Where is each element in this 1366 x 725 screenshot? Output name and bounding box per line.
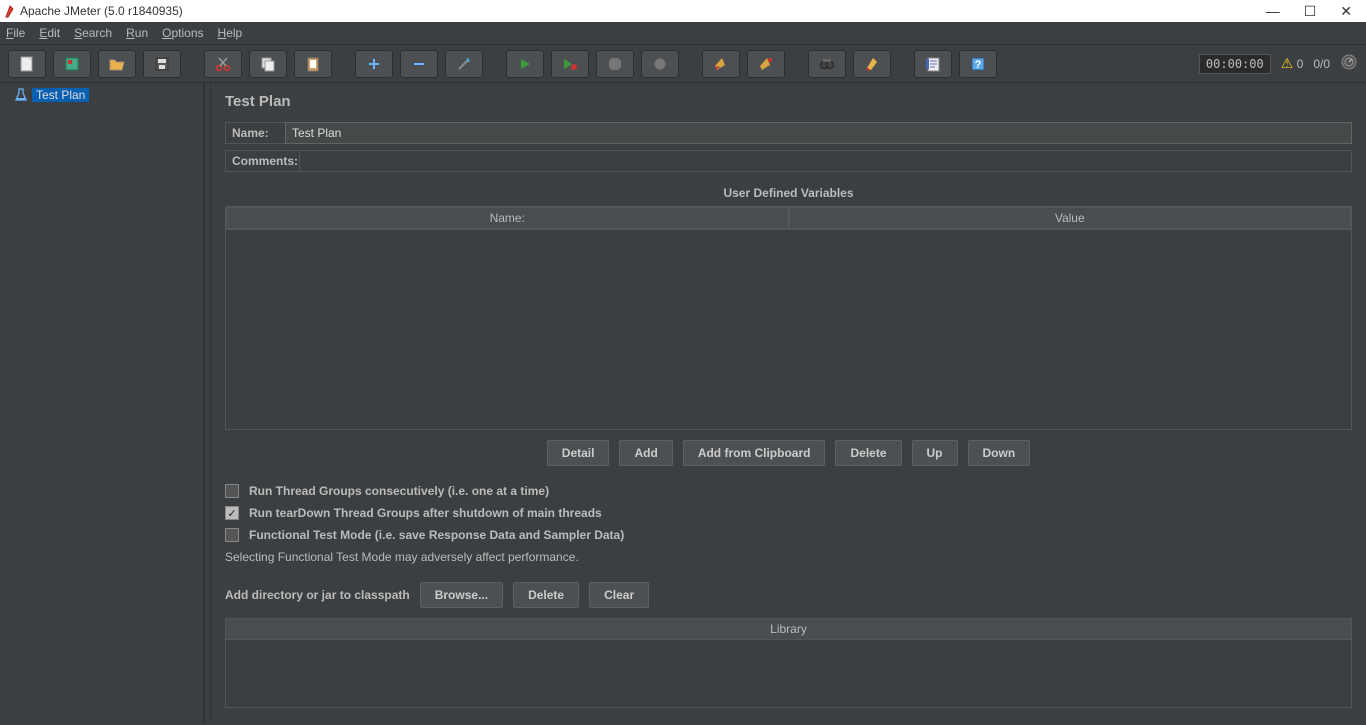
window-title: Apache JMeter (5.0 r1840935) — [20, 4, 183, 18]
window-titlebar: Apache JMeter (5.0 r1840935) — ☐ ✕ — [0, 0, 1366, 22]
col-header-value[interactable]: Value — [789, 207, 1352, 229]
warning-icon: ⚠ — [1281, 55, 1294, 71]
warning-indicator[interactable]: ⚠ 0 — [1281, 55, 1304, 72]
teardown-checkbox[interactable]: ✓ — [225, 506, 239, 520]
detail-button[interactable]: Detail — [547, 440, 610, 466]
wand-icon — [456, 56, 472, 72]
down-button[interactable]: Down — [968, 440, 1031, 466]
broom-icon — [713, 56, 729, 72]
add-button[interactable]: Add — [619, 440, 672, 466]
user-defined-vars-table[interactable]: Name: Value — [225, 206, 1352, 430]
classpath-clear-button[interactable]: Clear — [589, 582, 649, 608]
shutdown-button[interactable] — [641, 50, 679, 78]
collapse-button[interactable] — [400, 50, 438, 78]
play-no-timer-icon — [562, 57, 578, 71]
window-maximize-button[interactable]: ☐ — [1304, 3, 1317, 20]
add-from-clipboard-button[interactable]: Add from Clipboard — [683, 440, 826, 466]
comments-label: Comments: — [225, 150, 299, 172]
stop-button[interactable] — [596, 50, 634, 78]
stop-icon — [608, 57, 622, 71]
copy-icon — [260, 56, 276, 72]
menu-file[interactable]: File — [6, 26, 25, 40]
classpath-delete-button[interactable]: Delete — [513, 582, 579, 608]
menu-options[interactable]: Options — [162, 26, 203, 40]
templates-button[interactable] — [53, 50, 91, 78]
start-button[interactable] — [506, 50, 544, 78]
scissors-icon — [215, 56, 231, 72]
menu-search[interactable]: Search — [74, 26, 112, 40]
plus-icon — [366, 56, 382, 72]
browse-button[interactable]: Browse... — [420, 582, 503, 608]
vars-table-body[interactable] — [226, 229, 1351, 429]
toggle-button[interactable] — [445, 50, 483, 78]
consecutive-label: Run Thread Groups consecutively (i.e. on… — [249, 484, 549, 498]
folder-open-icon — [109, 56, 125, 72]
comments-input[interactable] — [299, 150, 1352, 172]
help-icon: ? — [970, 56, 986, 72]
gauge-icon — [1340, 53, 1358, 74]
editor-panel: Test Plan Name: Comments: User Defined V… — [211, 83, 1366, 724]
binoculars-icon — [819, 56, 835, 72]
clear-all-button[interactable] — [747, 50, 785, 78]
minus-icon — [411, 56, 427, 72]
search-button[interactable] — [808, 50, 846, 78]
reset-search-button[interactable] — [853, 50, 891, 78]
new-button[interactable] — [8, 50, 46, 78]
svg-text:?: ? — [975, 59, 982, 71]
play-icon — [518, 57, 532, 71]
window-close-button[interactable]: ✕ — [1340, 3, 1352, 20]
tree-node-label: Test Plan — [36, 88, 85, 102]
menu-help[interactable]: Help — [218, 26, 243, 40]
clipboard-icon — [305, 56, 321, 72]
library-table-body[interactable] — [225, 640, 1352, 708]
up-button[interactable]: Up — [912, 440, 958, 466]
function-helper-button[interactable] — [914, 50, 952, 78]
delete-button[interactable]: Delete — [835, 440, 901, 466]
copy-button[interactable] — [249, 50, 287, 78]
functional-mode-checkbox[interactable] — [225, 528, 239, 542]
open-button[interactable] — [98, 50, 136, 78]
app-feather-icon — [4, 4, 16, 18]
user-defined-vars-title: User Defined Variables — [225, 178, 1352, 206]
functional-mode-label: Functional Test Mode (i.e. save Response… — [249, 528, 624, 542]
warning-count: 0 — [1297, 57, 1304, 71]
menu-edit[interactable]: Edit — [39, 26, 60, 40]
thread-count: 0/0 — [1313, 57, 1330, 71]
consecutive-checkbox[interactable] — [225, 484, 239, 498]
name-label: Name: — [225, 122, 285, 144]
classpath-label: Add directory or jar to classpath — [225, 588, 410, 602]
tree-node-test-plan[interactable]: Test Plan — [0, 85, 203, 105]
notepad-icon — [925, 56, 941, 72]
shutdown-icon — [653, 57, 667, 71]
toolbar: ? 00:00:00 ⚠ 0 0/0 — [0, 45, 1366, 83]
col-header-name[interactable]: Name: — [226, 207, 789, 229]
menu-bar: File Edit Search Run Options Help — [0, 22, 1366, 45]
broom-all-icon — [758, 56, 774, 72]
functional-mode-hint: Selecting Functional Test Mode may adver… — [225, 550, 1352, 564]
file-new-icon — [19, 56, 35, 72]
library-col-header[interactable]: Library — [225, 618, 1352, 640]
expand-button[interactable] — [355, 50, 393, 78]
paste-button[interactable] — [294, 50, 332, 78]
timer-display: 00:00:00 — [1199, 54, 1271, 74]
name-input[interactable] — [285, 122, 1352, 144]
menu-run[interactable]: Run — [126, 26, 148, 40]
cut-button[interactable] — [204, 50, 242, 78]
start-no-timers-button[interactable] — [551, 50, 589, 78]
teardown-label: Run tearDown Thread Groups after shutdow… — [249, 506, 602, 520]
test-plan-tree[interactable]: Test Plan — [0, 83, 205, 724]
panel-title: Test Plan — [225, 93, 1352, 110]
help-button[interactable]: ? — [959, 50, 997, 78]
window-minimize-button[interactable]: — — [1266, 3, 1280, 20]
brush-icon — [864, 56, 880, 72]
templates-icon — [64, 56, 80, 72]
clear-button[interactable] — [702, 50, 740, 78]
beaker-icon — [10, 88, 32, 102]
save-icon — [154, 56, 170, 72]
save-button[interactable] — [143, 50, 181, 78]
